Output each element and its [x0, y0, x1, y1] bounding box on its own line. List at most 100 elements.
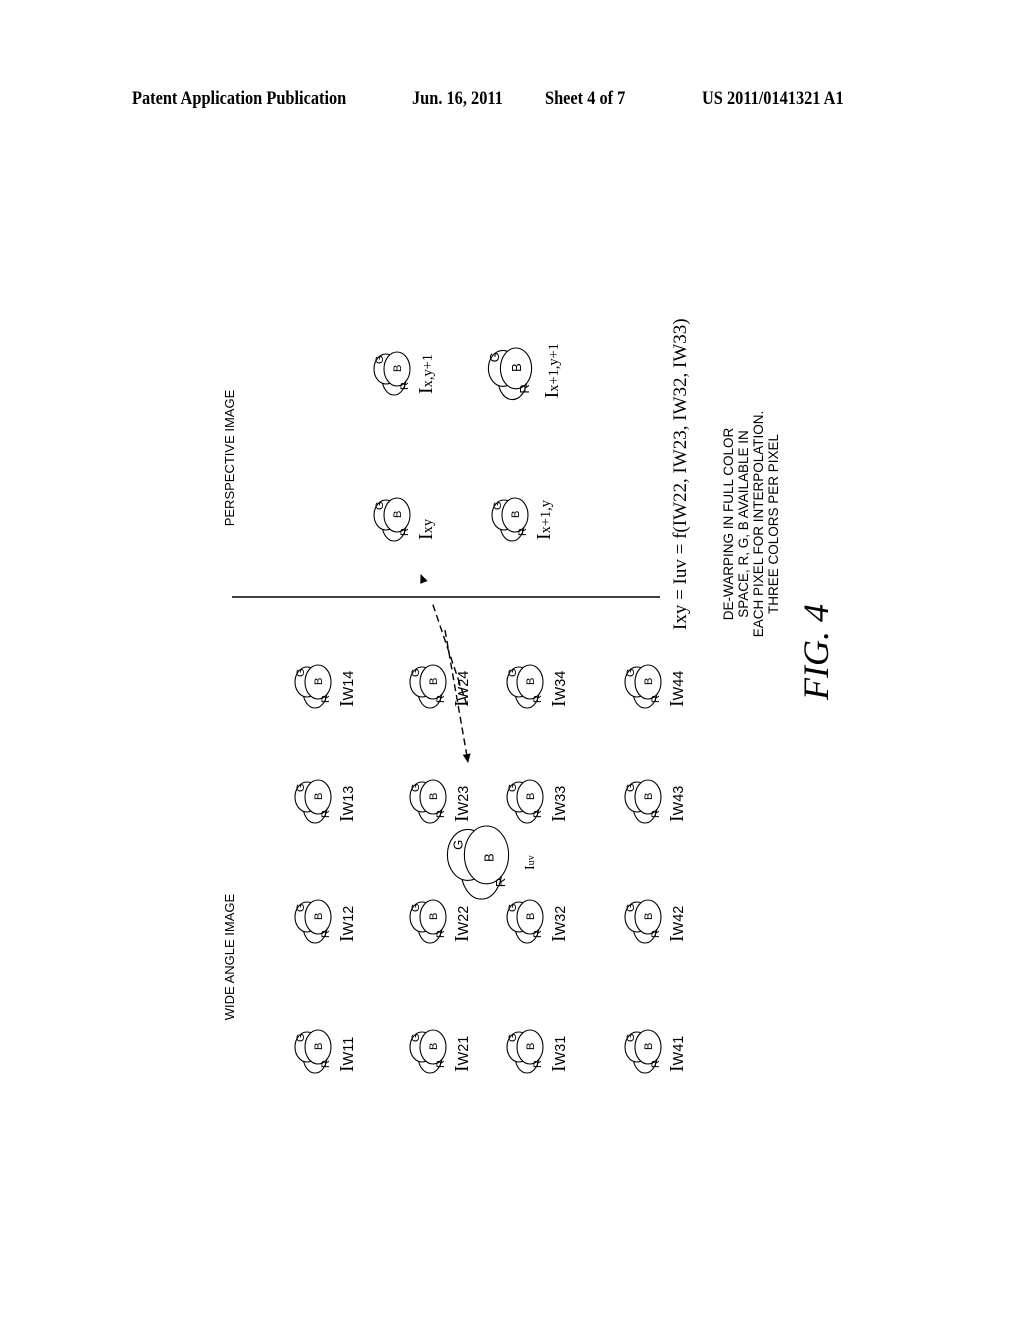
green-channel-letter: G: [295, 668, 307, 677]
blue-channel-letter: B: [428, 913, 440, 920]
note-block: DE-WARPING IN FULL COLOR SPACE, R, G, B …: [721, 411, 781, 638]
green-channel-letter: G: [410, 783, 422, 792]
rgb-pixel: R GB Ix+1,y: [491, 497, 555, 542]
green-channel-letter: G: [507, 783, 519, 792]
rgb-pixel: R GB IW34: [506, 664, 570, 709]
red-channel-letter: R: [399, 382, 411, 390]
blue-channel-letter: B: [525, 678, 537, 685]
rgb-pixel: R GB IW31: [506, 1029, 570, 1074]
green-channel-letter: G: [295, 783, 307, 792]
pixel-label: IW43: [666, 786, 688, 822]
blue-channel-letter: B: [428, 678, 440, 685]
rgb-pixel: R GB IW43: [624, 779, 688, 824]
green-channel-letter: G: [625, 903, 637, 912]
note-line: SPACE, R, G, B AVAILABLE IN: [736, 430, 751, 618]
rgb-pixel: R GB IW21: [409, 1029, 473, 1074]
blue-channel-letter: B: [428, 1043, 440, 1050]
rgb-pixel: R GB IW22: [409, 899, 473, 944]
red-channel-letter: R: [320, 1060, 332, 1068]
green-channel-letter: G: [295, 903, 307, 912]
pixel-label: IW42: [666, 906, 688, 942]
red-channel-letter: R: [532, 810, 544, 818]
green-channel-letter: G: [507, 1033, 519, 1042]
blue-channel-letter: B: [392, 365, 404, 372]
pixel-label: IW23: [451, 786, 473, 822]
rgb-pixel: R GB IW44: [624, 664, 688, 709]
pixel-label: Ix+1,y+1: [541, 343, 563, 398]
green-channel-letter: G: [492, 501, 504, 510]
red-channel-letter: R: [399, 528, 411, 536]
red-channel-letter: R: [435, 695, 447, 703]
red-channel-letter: R: [650, 810, 662, 818]
green-channel-letter: G: [625, 668, 637, 677]
pixel-label: IW33: [548, 786, 570, 822]
blue-channel-letter: B: [313, 913, 325, 920]
blue-channel-letter: B: [313, 1043, 325, 1050]
rgb-pixel: R GB Ixy: [373, 497, 437, 542]
green-channel-letter: G: [410, 1033, 422, 1042]
rgb-pixel: R GB IW32: [506, 899, 570, 944]
rgb-pixel: R GB IW33: [506, 779, 570, 824]
green-channel-letter: G: [507, 903, 519, 912]
rgb-pixel: R GB IW23: [409, 779, 473, 824]
green-channel-letter: G: [374, 355, 386, 364]
pixel-label: IW32: [548, 906, 570, 942]
wide-angle-label: WIDE ANGLE IMAGE: [222, 893, 237, 1020]
blue-channel-letter: B: [428, 793, 440, 800]
rgb-pixel: R GB IW11: [294, 1029, 358, 1074]
rgb-pixel: R GB IW12: [294, 899, 358, 944]
red-channel-letter: R: [650, 695, 662, 703]
red-channel-letter: R: [517, 384, 532, 394]
note-line: DE-WARPING IN FULL COLOR: [721, 427, 736, 620]
red-channel-letter: R: [493, 878, 508, 887]
rgb-pixel: RGBIW24: [409, 664, 473, 709]
pixel-label: IW21: [451, 1036, 473, 1072]
pixel-label: IW44: [666, 671, 688, 707]
pixel-label: IW11: [336, 1037, 358, 1072]
note-line: THREE COLORS PER PIXEL: [766, 433, 781, 614]
pixel-label: IW31: [548, 1036, 570, 1072]
blue-channel-letter: B: [392, 511, 404, 518]
green-channel-letter: G: [625, 1033, 637, 1042]
red-channel-letter: R: [532, 695, 544, 703]
rgb-pixel: R GB IW14: [294, 664, 358, 709]
red-channel-letter: R: [532, 1060, 544, 1068]
perspective-pixel-grid: RGBIxyRGBIx,y+1RGBIx+1,yRGBIx+1,y+1: [373, 343, 563, 542]
rgb-pixel: R GB IW42: [624, 899, 688, 944]
pixel-label: Ix+1,y: [533, 499, 555, 540]
blue-channel-letter: B: [313, 678, 325, 685]
pixel-label: IW12: [336, 906, 358, 942]
red-channel-letter: R: [650, 930, 662, 938]
green-channel-letter: G: [507, 668, 519, 677]
blue-channel-letter: B: [481, 853, 496, 862]
green-channel-letter: G: [410, 903, 422, 912]
pixel-label: IW34: [548, 671, 570, 707]
pixel-label: Ixy: [415, 518, 437, 540]
rgb-pixel: R GB Ix,y+1: [373, 351, 437, 396]
green-channel-letter: G: [374, 501, 386, 510]
green-channel-letter: G: [410, 668, 422, 677]
rgb-pixel: R GB IW13: [294, 779, 358, 824]
red-channel-letter: R: [435, 930, 447, 938]
perspective-label: PERSPECTIVE IMAGE: [222, 389, 237, 526]
pixel-label: IW13: [336, 786, 358, 822]
rgb-pixel: R GB Ix+1,y+1: [487, 343, 563, 401]
blue-channel-letter: B: [509, 363, 524, 372]
red-channel-letter: R: [650, 1060, 662, 1068]
green-channel-letter: G: [295, 1033, 307, 1042]
interpolation-equation: Ixy = Iuv = f(IW22, IW23, IW32, IW33): [670, 318, 691, 630]
blue-channel-letter: B: [525, 913, 537, 920]
figure-4: WIDE ANGLE IMAGE PERSPECTIVE IMAGE RGBIW…: [222, 318, 836, 1074]
pixel-label: IW41: [666, 1036, 688, 1072]
red-channel-letter: R: [435, 810, 447, 818]
blue-channel-letter: B: [643, 678, 655, 685]
green-channel-letter: G: [487, 352, 502, 362]
blue-channel-letter: B: [643, 1043, 655, 1050]
note-line: EACH PIXEL FOR INTERPOLATION.: [751, 411, 766, 638]
red-channel-letter: R: [320, 810, 332, 818]
figure-caption: FIG. 4: [796, 604, 836, 701]
red-channel-letter: R: [532, 930, 544, 938]
blue-channel-letter: B: [525, 793, 537, 800]
rgb-pixel: R GB IW41: [624, 1029, 688, 1074]
blue-channel-letter: B: [643, 793, 655, 800]
